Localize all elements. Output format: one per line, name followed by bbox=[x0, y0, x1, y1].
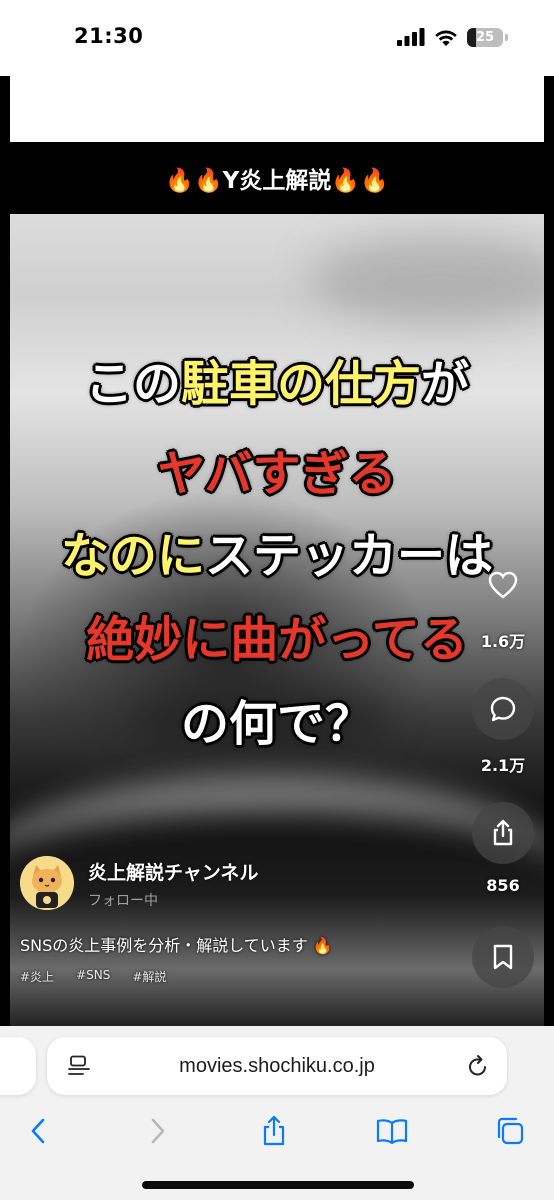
comment-action: 2.1万 bbox=[472, 678, 534, 776]
share-count: 856 bbox=[486, 876, 520, 895]
chevron-right-icon bbox=[151, 1118, 165, 1144]
hashtag[interactable]: #炎上 bbox=[20, 968, 54, 985]
bookmark-icon bbox=[493, 944, 513, 970]
hashtag[interactable]: #解説 bbox=[132, 968, 166, 985]
battery-level: 25 bbox=[475, 29, 495, 45]
channel-name[interactable]: 炎上解説チャンネル bbox=[88, 858, 258, 885]
heart-icon bbox=[488, 571, 518, 599]
share-icon bbox=[493, 819, 513, 846]
home-indicator bbox=[142, 1181, 414, 1189]
signal-icon bbox=[397, 28, 425, 46]
caption-line-5: の何で？ bbox=[180, 696, 374, 752]
like-button[interactable] bbox=[472, 554, 534, 616]
caption-line-4: 絶妙に曲がってる bbox=[85, 612, 469, 668]
status-time: 21:30 bbox=[74, 24, 144, 48]
avatar[interactable] bbox=[20, 856, 74, 910]
account-title: 🔥🔥Y炎上解説🔥🔥 bbox=[165, 168, 389, 194]
wifi-icon bbox=[435, 30, 457, 46]
hashtag[interactable]: #SNS bbox=[76, 968, 110, 985]
url-text: movies.shochiku.co.jp bbox=[179, 1055, 375, 1077]
follow-status[interactable]: フォロー中 bbox=[88, 890, 158, 910]
video-description: SNSの炎上事例を分析・解説しています 🔥 bbox=[20, 936, 333, 955]
forward-button[interactable] bbox=[138, 1111, 178, 1151]
battery-icon: 25 bbox=[467, 27, 503, 47]
tabs-icon bbox=[497, 1117, 524, 1145]
book-icon bbox=[376, 1119, 408, 1145]
cat-avatar-icon bbox=[20, 856, 74, 910]
caption-line-1: この駐車の仕方が bbox=[84, 356, 470, 412]
browser-share-button[interactable] bbox=[254, 1111, 294, 1151]
reload-icon[interactable] bbox=[467, 1054, 489, 1078]
browser-nav-row bbox=[0, 1105, 554, 1151]
comment-button[interactable] bbox=[472, 678, 534, 740]
share-button[interactable] bbox=[472, 802, 534, 864]
page-top-strip bbox=[10, 76, 544, 142]
hashtag-list: #炎上 #SNS #解説 bbox=[20, 968, 166, 985]
save-action bbox=[472, 926, 534, 988]
comment-count: 2.1万 bbox=[480, 756, 526, 775]
bookmarks-button[interactable] bbox=[372, 1111, 412, 1151]
caption-line-2: ヤバすぎる bbox=[156, 446, 397, 502]
like-action: 1.6万 bbox=[472, 554, 534, 652]
previous-tab-pill[interactable] bbox=[0, 1037, 36, 1095]
comment-icon bbox=[490, 696, 516, 722]
address-bar[interactable]: movies.shochiku.co.jp bbox=[47, 1037, 507, 1095]
back-button[interactable] bbox=[18, 1111, 58, 1151]
status-icons: 25 bbox=[397, 24, 508, 50]
account-header: 🔥🔥Y炎上解説🔥🔥 bbox=[10, 142, 544, 214]
bookmark-button[interactable] bbox=[472, 926, 534, 988]
share-action: 856 bbox=[472, 802, 534, 895]
share-icon bbox=[263, 1115, 285, 1146]
like-count: 1.6万 bbox=[480, 632, 526, 651]
caption-line-3: なのにステッカーは bbox=[60, 528, 494, 584]
status-bar: 21:30 25 bbox=[0, 0, 554, 76]
chevron-left-icon bbox=[31, 1118, 45, 1144]
tabs-button[interactable] bbox=[490, 1111, 530, 1151]
